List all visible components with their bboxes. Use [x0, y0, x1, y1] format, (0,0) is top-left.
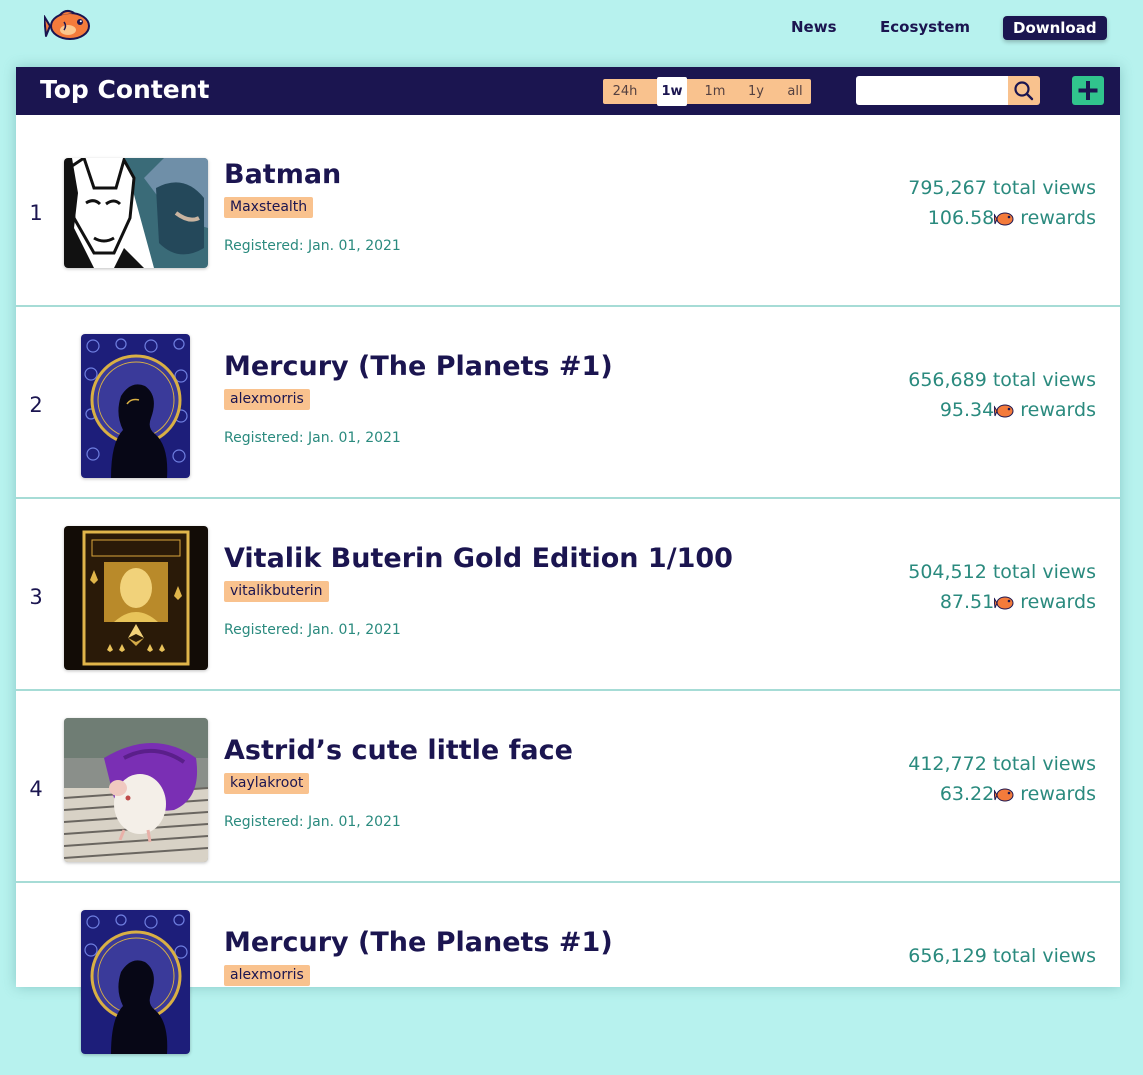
list-item[interactable]: Mercury (The Planets #1) alexmorris 656,… [16, 883, 1120, 1075]
thumbnail-image[interactable] [64, 526, 208, 670]
item-title[interactable]: Batman [224, 159, 341, 190]
thumbnail-image[interactable] [81, 334, 190, 478]
add-content-button[interactable] [1072, 76, 1104, 105]
top-navigation: News Ecosystem Download [0, 0, 1143, 56]
range-24h-button[interactable]: 24h [603, 79, 647, 104]
item-title[interactable]: Mercury (The Planets #1) [224, 927, 613, 958]
thumbnail-image[interactable] [64, 718, 208, 862]
rewards-value: 87.51 [939, 591, 995, 613]
time-range-selector: 24h 1w 1m 1y all [603, 77, 811, 106]
nav-ecosystem-link[interactable]: Ecosystem [880, 18, 970, 36]
list-item[interactable]: 4 Astrid’s cute little face kaylakroot R… [16, 691, 1120, 883]
rewards-value: 106.58 [927, 207, 995, 229]
total-views: 504,512 total views [908, 561, 1096, 583]
rewards-value: 63.22 [939, 783, 995, 805]
thumbnail-image[interactable] [81, 910, 190, 1054]
plus-icon [1078, 81, 1098, 100]
creator-tag[interactable]: kaylakroot [224, 773, 310, 794]
search-icon [1014, 81, 1034, 101]
registered-date: Registered: Jan. 01, 2021 [224, 622, 401, 638]
total-views: 656,129 total views [908, 945, 1096, 967]
creator-tag[interactable]: alexmorris [224, 389, 310, 410]
range-1y-button[interactable]: 1y [739, 79, 773, 104]
rank-number: 4 [29, 777, 43, 801]
rewards: 63.22 rewards [940, 783, 1096, 805]
creator-tag[interactable]: Maxstealth [224, 197, 314, 218]
search-input[interactable] [856, 76, 1008, 105]
rewards-label: rewards [1014, 783, 1096, 805]
item-title[interactable]: Mercury (The Planets #1) [224, 351, 613, 382]
range-1w-button[interactable]: 1w [657, 77, 687, 106]
list-item[interactable]: 2 Mercury (The Planets #1) alexmorris Re… [16, 307, 1120, 499]
registered-date: Registered: Jan. 01, 2021 [224, 814, 401, 830]
rewards-label: rewards [1014, 399, 1096, 421]
rewards-label: rewards [1014, 591, 1096, 613]
panel-title: Top Content [40, 75, 210, 104]
rewards-value: 95.34 [939, 399, 995, 421]
fish-coin-icon [994, 788, 1014, 802]
rewards-label: rewards [1014, 207, 1096, 229]
fish-coin-icon [994, 212, 1014, 226]
top-content-panel: Top Content 24h 1w 1m 1y all 1 Batman Ma… [16, 67, 1120, 1054]
creator-tag[interactable]: alexmorris [224, 965, 310, 986]
creator-tag[interactable]: vitalikbuterin [224, 581, 329, 602]
rewards: 87.51 rewards [940, 591, 1096, 613]
fish-logo-icon[interactable] [43, 8, 92, 44]
item-title[interactable]: Astrid’s cute little face [224, 735, 573, 766]
download-button[interactable]: Download [1003, 16, 1107, 40]
list-item[interactable]: 3 Vitalik Buterin Gold Edition 1/100 vit… [16, 499, 1120, 691]
registered-date: Registered: Jan. 01, 2021 [224, 430, 401, 446]
total-views: 656,689 total views [908, 369, 1096, 391]
panel-header: Top Content 24h 1w 1m 1y all [16, 67, 1120, 115]
thumbnail-image[interactable] [64, 158, 208, 268]
nav-news-link[interactable]: News [791, 18, 837, 36]
list-item[interactable]: 1 Batman Maxstealth Registered: Jan. 01,… [16, 115, 1120, 307]
item-title[interactable]: Vitalik Buterin Gold Edition 1/100 [224, 543, 733, 574]
range-1m-button[interactable]: 1m [697, 79, 733, 104]
registered-date: Registered: Jan. 01, 2021 [224, 238, 401, 254]
total-views: 795,267 total views [908, 177, 1096, 199]
range-all-button[interactable]: all [779, 79, 811, 104]
search-button[interactable] [1008, 76, 1040, 105]
rewards: 106.58 rewards [928, 207, 1096, 229]
rank-number: 2 [29, 393, 43, 417]
fish-coin-icon [994, 596, 1014, 610]
rank-number: 1 [29, 201, 43, 225]
total-views: 412,772 total views [908, 753, 1096, 775]
rewards: 95.34 rewards [940, 399, 1096, 421]
rank-number: 3 [29, 585, 43, 609]
fish-coin-icon [994, 404, 1014, 418]
